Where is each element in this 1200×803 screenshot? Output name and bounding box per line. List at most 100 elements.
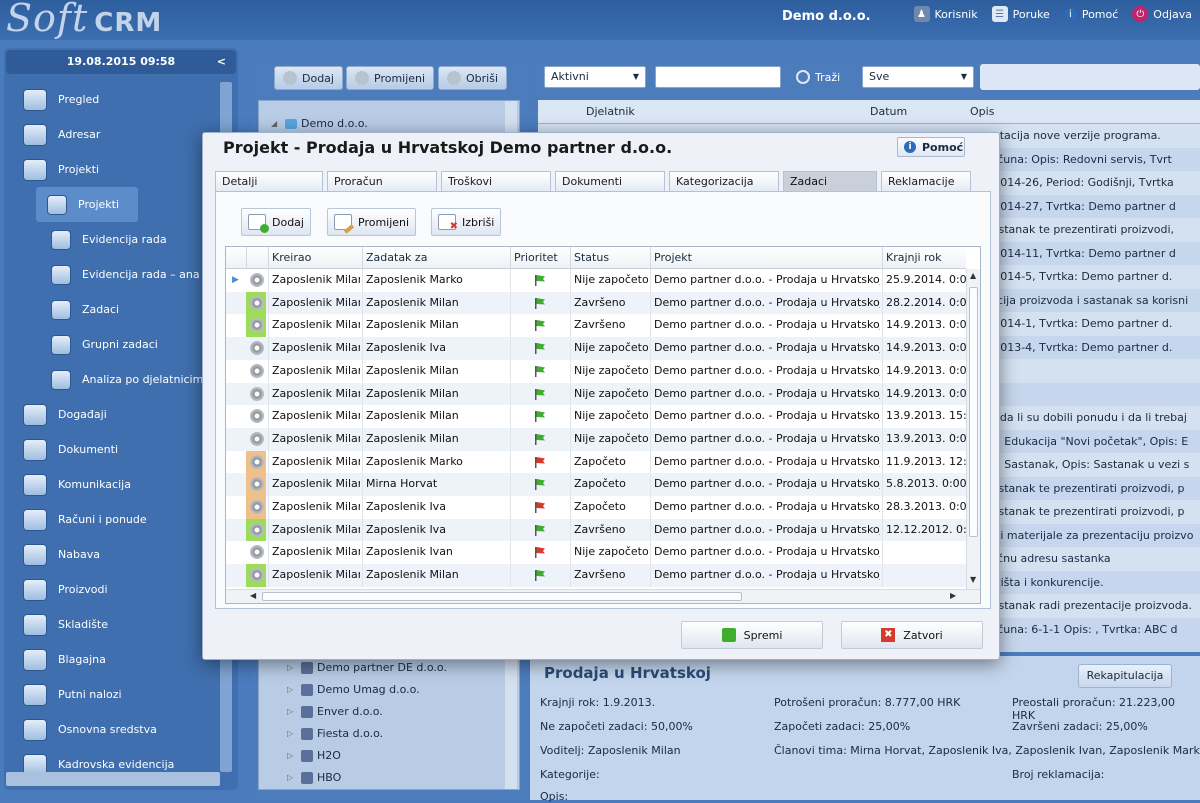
col-deadline[interactable]: Krajnji rok bbox=[886, 251, 942, 264]
tree-node[interactable]: ▷ Enver d.o.o. bbox=[287, 701, 383, 723]
sidebar-item[interactable]: Evidencija rada – ana bbox=[12, 257, 218, 292]
power-icon: ⏻ bbox=[1132, 6, 1149, 22]
expand-arrow-icon[interactable]: ▷ bbox=[287, 723, 297, 745]
task-edit-button[interactable]: Promijeni bbox=[327, 208, 417, 236]
task-row[interactable]: Zaposlenik Milan Zaposlenik Iva Započeto De… bbox=[226, 496, 966, 519]
col-assignee[interactable]: Zadatak za bbox=[366, 251, 427, 264]
tree-edit-button[interactable]: Promijeni bbox=[346, 66, 435, 90]
sidebar-item[interactable]: Grupni zadaci bbox=[12, 327, 218, 362]
priority-flag-icon bbox=[535, 275, 545, 286]
task-status: Započeto bbox=[574, 500, 626, 513]
task-row[interactable]: Zaposlenik Milan Mirna Horvat Započeto Demo… bbox=[226, 473, 966, 496]
menu-icon bbox=[52, 265, 70, 284]
topnav-logout[interactable]: ⏻ Odjava bbox=[1132, 6, 1192, 22]
tree-node[interactable]: ▷ HBO bbox=[287, 767, 341, 789]
tasks-horizontal-scrollbar[interactable]: ◀ ▶ bbox=[226, 589, 980, 603]
task-row[interactable]: Zaposlenik Milan Zaposlenik Milan Završeno… bbox=[226, 291, 966, 315]
status-select[interactable]: Aktivni ▼ bbox=[544, 66, 646, 88]
scope-select[interactable]: Sve ▼ bbox=[862, 66, 974, 88]
task-row[interactable]: Zaposlenik Milan Zaposlenik Ivan Nije zapo… bbox=[226, 541, 966, 565]
expand-arrow-icon[interactable]: ▷ bbox=[287, 701, 297, 723]
sidebar-item[interactable]: Projekti bbox=[12, 152, 218, 187]
task-row[interactable]: Zaposlenik Milan Zaposlenik Iva Završeno De… bbox=[226, 518, 966, 542]
hscroll-thumb[interactable] bbox=[262, 592, 742, 601]
close-button[interactable]: ✖ Zatvori bbox=[841, 621, 983, 649]
task-row[interactable]: Zaposlenik Milan Zaposlenik Marko Započeto… bbox=[226, 450, 966, 474]
expand-arrow-icon[interactable]: ▷ bbox=[287, 679, 297, 701]
sidebar-item-label: Računi i ponude bbox=[58, 513, 147, 526]
tree-node[interactable]: ▷ Demo partner DE d.o.o. bbox=[287, 657, 447, 679]
sidebar-item[interactable]: Zadaci bbox=[12, 292, 218, 327]
task-row[interactable]: Zaposlenik Milan Zaposlenik Milan Nije zap… bbox=[226, 382, 966, 406]
tree-node[interactable]: ▷ H2O bbox=[287, 745, 341, 767]
task-add-button[interactable]: Dodaj bbox=[241, 208, 311, 236]
sidebar-item[interactable]: Putni nalozi bbox=[12, 677, 218, 712]
collapse-sidebar-button[interactable]: < bbox=[217, 50, 226, 74]
task-row[interactable]: ▶ Zaposlenik Milan Zaposlenik Marko Nije za… bbox=[226, 269, 966, 292]
tab-troškovi[interactable]: Troškovi bbox=[441, 171, 551, 191]
sidebar-item[interactable]: Komunikacija bbox=[12, 467, 218, 502]
col-description[interactable]: Opis bbox=[970, 105, 994, 118]
topnav-help[interactable]: i Pomoć bbox=[1063, 6, 1118, 22]
col-date[interactable]: Datum bbox=[870, 105, 907, 118]
sidebar-item[interactable]: Adresar bbox=[12, 117, 218, 152]
scroll-thumb[interactable] bbox=[969, 287, 978, 537]
sidebar-item[interactable]: Nabava bbox=[12, 537, 218, 572]
tab-proračun[interactable]: Proračun bbox=[327, 171, 437, 191]
sidebar-item[interactable]: Osnovna sredstva bbox=[12, 712, 218, 747]
scroll-up-icon[interactable]: ▲ bbox=[970, 271, 976, 280]
recap-button[interactable]: Rekapitulacija bbox=[1078, 664, 1172, 688]
sidebar-item[interactable]: Pregled bbox=[12, 82, 218, 117]
col-employee[interactable]: Djelatnik bbox=[586, 105, 635, 118]
priority-flag-icon bbox=[535, 456, 545, 468]
sidebar-item[interactable]: Dokumenti bbox=[12, 432, 218, 467]
sidebar-item[interactable]: Računi i ponude bbox=[12, 502, 218, 537]
task-row[interactable]: Zaposlenik Milan Zaposlenik Milan Završeno… bbox=[226, 314, 966, 338]
col-creator[interactable]: Kreirao bbox=[272, 251, 311, 264]
sidebar-item[interactable]: Analiza po djelatnicim bbox=[12, 362, 218, 397]
search-button[interactable]: Traži bbox=[788, 65, 848, 89]
task-delete-button[interactable]: ✖ Izbriši bbox=[431, 208, 502, 236]
search-input[interactable] bbox=[655, 66, 781, 88]
tab-zadaci[interactable]: Zadaci bbox=[783, 171, 877, 191]
sidebar-item-label: Analiza po djelatnicim bbox=[82, 373, 204, 386]
sidebar-item[interactable]: Projekti bbox=[36, 187, 138, 222]
col-project[interactable]: Projekt bbox=[654, 251, 692, 264]
task-row[interactable]: Zaposlenik Milan Zaposlenik Milan Nije zap… bbox=[226, 427, 966, 451]
topnav-user[interactable]: ♟ Korisnik bbox=[913, 6, 978, 22]
tree-node[interactable]: ▷ Fiesta d.o.o. bbox=[287, 723, 383, 745]
sidebar-item[interactable]: Događaji bbox=[12, 397, 218, 432]
summary-not-started: Ne započeti zadaci: 50,00% bbox=[540, 720, 693, 733]
col-priority[interactable]: Prioritet bbox=[514, 251, 558, 264]
dialog-help-button[interactable]: i Pomoć bbox=[897, 137, 965, 157]
sidebar-item[interactable]: Skladište bbox=[12, 607, 218, 642]
sidebar-item[interactable]: Blagajna bbox=[12, 642, 218, 677]
tree-node[interactable]: ▷ Demo Umag d.o.o. bbox=[287, 679, 420, 701]
tasks-vertical-scrollbar[interactable]: ▲ ▼ bbox=[966, 269, 980, 589]
task-row[interactable]: Zaposlenik Milan Zaposlenik Milan Nije zap… bbox=[226, 405, 966, 428]
task-creator: Zaposlenik Milan bbox=[272, 431, 360, 445]
sidebar-item[interactable]: Evidencija rada bbox=[12, 222, 218, 257]
tab-kategorizacija[interactable]: Kategorizacija bbox=[669, 171, 779, 191]
task-row[interactable]: Zaposlenik Milan Zaposlenik Milan Završeno… bbox=[226, 564, 966, 587]
tab-detalji[interactable]: Detalji bbox=[215, 171, 323, 191]
expand-arrow-icon[interactable]: ▷ bbox=[287, 767, 297, 789]
task-assignee: Zaposlenik Iva bbox=[366, 522, 446, 536]
scroll-left-icon[interactable]: ◀ bbox=[250, 591, 256, 600]
tree-add-button[interactable]: Dodaj bbox=[274, 66, 343, 90]
info-icon: i bbox=[904, 141, 916, 153]
save-button[interactable]: Spremi bbox=[681, 621, 823, 649]
tab-reklamacije[interactable]: Reklamacije bbox=[881, 171, 971, 191]
task-row[interactable]: Zaposlenik Milan Zaposlenik Iva Nije započ… bbox=[226, 337, 966, 360]
expand-arrow-icon[interactable]: ▷ bbox=[287, 745, 297, 767]
topnav-messages[interactable]: ☰ Poruke bbox=[991, 6, 1050, 22]
task-row[interactable]: Zaposlenik Milan Zaposlenik Milan Nije zap… bbox=[226, 359, 966, 383]
tab-dokumenti[interactable]: Dokumenti bbox=[555, 171, 665, 191]
expand-arrow-icon[interactable]: ▷ bbox=[287, 657, 297, 679]
scroll-down-icon[interactable]: ▼ bbox=[970, 575, 976, 584]
sidebar-horizontal-scrollbar[interactable] bbox=[6, 772, 220, 786]
col-status[interactable]: Status bbox=[574, 251, 609, 264]
tree-delete-button[interactable]: Obriši bbox=[438, 66, 508, 90]
scroll-right-icon[interactable]: ▶ bbox=[950, 591, 956, 600]
sidebar-item[interactable]: Proizvodi bbox=[12, 572, 218, 607]
